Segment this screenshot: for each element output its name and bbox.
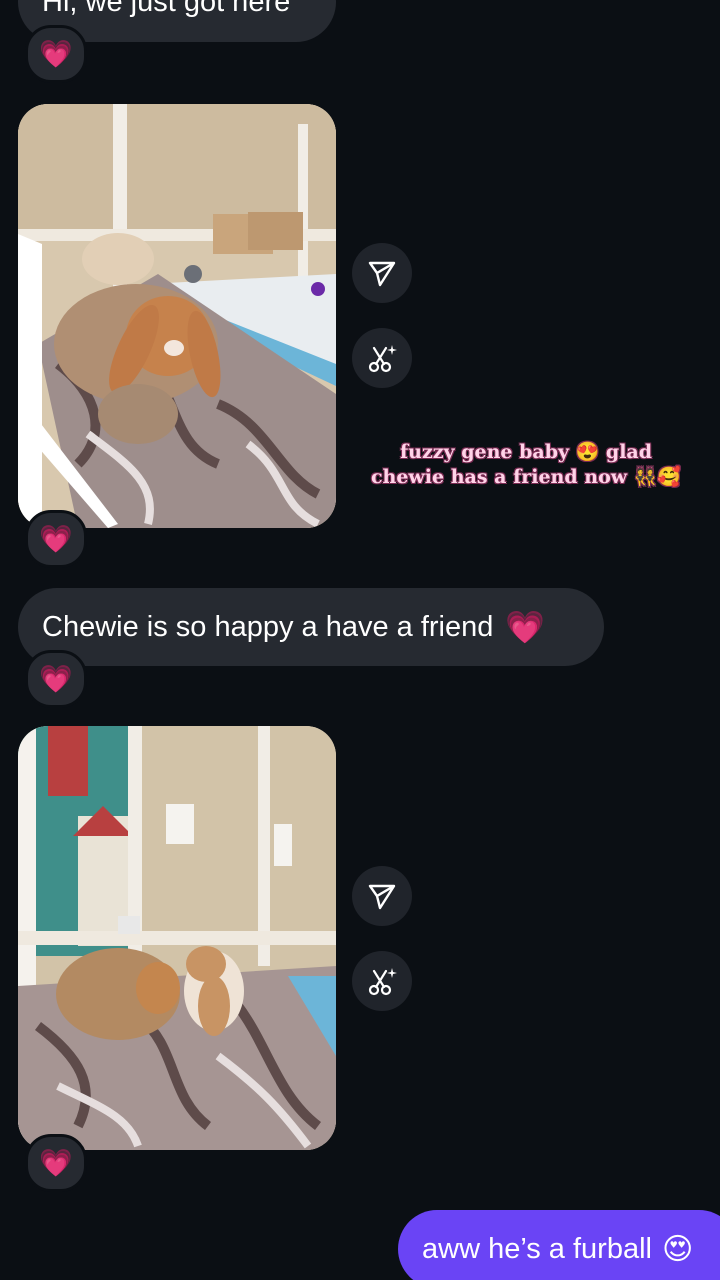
photo-caption: fuzzy gene baby 😍 glad chewie has a frie… — [370, 441, 682, 488]
incoming-message-bubble[interactable]: Chewie is so happy a have a friend 💗 — [18, 588, 604, 666]
outgoing-message-bubble[interactable]: aww he’s a furball 😍 — [398, 1210, 720, 1280]
remix-button[interactable] — [352, 328, 412, 388]
pink-heart-reaction: 💗 — [39, 523, 73, 554]
pink-heart-reaction: 💗 — [39, 1147, 73, 1178]
chat-screen: Hi, we just got here 💗 💗 fuzzy gene baby… — [0, 0, 720, 1280]
message-text: aww he’s a furball — [422, 1232, 652, 1265]
shared-photo-bunny-2[interactable] — [18, 726, 336, 1150]
message-text: Hi, we just got here — [42, 0, 291, 18]
pink-heart-reaction: 💗 — [39, 663, 73, 694]
share-button[interactable] — [352, 243, 412, 303]
bunny-photo-image — [18, 104, 336, 528]
remix-button[interactable] — [352, 951, 412, 1011]
bunny-photo-image — [18, 726, 336, 1150]
reaction-badge[interactable]: 💗 — [25, 510, 87, 568]
send-icon — [368, 261, 396, 287]
shared-photo-bunny-1[interactable] — [18, 104, 336, 528]
reaction-badge[interactable]: 💗 — [25, 650, 87, 708]
pink-heart-emoji: 💗 — [505, 609, 546, 645]
send-icon — [368, 884, 396, 910]
pink-heart-reaction: 💗 — [39, 38, 73, 69]
share-button[interactable] — [352, 866, 412, 926]
message-text: Chewie is so happy a have a friend — [42, 610, 494, 643]
reaction-badge[interactable]: 💗 — [25, 25, 87, 83]
reaction-badge[interactable]: 💗 — [25, 1134, 87, 1192]
sparkle-scissors-icon — [368, 345, 397, 373]
heart-eyes-emoji: 😍 — [661, 1232, 694, 1266]
sparkle-scissors-icon — [368, 968, 397, 996]
